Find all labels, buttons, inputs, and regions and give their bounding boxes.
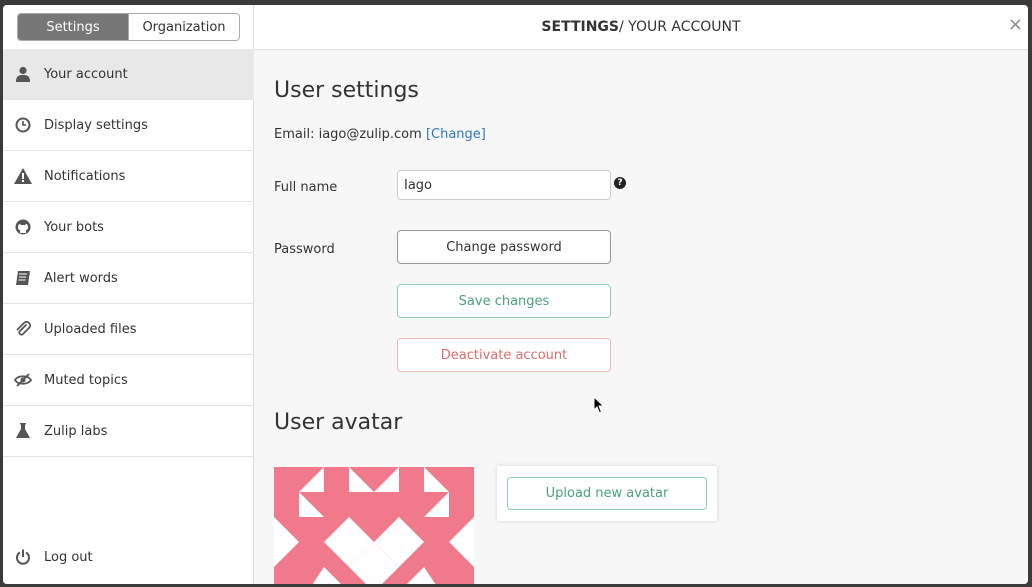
user-icon xyxy=(12,63,34,85)
eye-slash-icon xyxy=(12,369,34,391)
email-text: Email: iago@zulip.com xyxy=(274,127,422,142)
deactivate-account-button[interactable]: Deactivate account xyxy=(397,338,611,372)
sidebar-item-label: Uploaded files xyxy=(44,321,137,337)
user-avatar-title: User avatar xyxy=(274,410,403,435)
full-name-input[interactable] xyxy=(397,170,611,200)
sidebar-item-label: Your account xyxy=(44,66,128,82)
sidebar-item-label: Muted topics xyxy=(44,372,128,388)
flask-icon xyxy=(12,420,34,442)
email-line: Email: iago@zulip.com [Change] xyxy=(274,127,486,142)
sidebar-item-label: Your bots xyxy=(44,219,104,235)
settings-modal: Settings Organization Your account Displ… xyxy=(3,5,1028,584)
mouse-cursor-icon xyxy=(593,396,605,414)
modal-header: SETTINGS / YOUR ACCOUNT × xyxy=(254,5,1028,50)
upload-avatar-panel: Upload new avatar xyxy=(497,466,717,521)
sidebar-list: Your account Display settings Notificati… xyxy=(3,49,254,457)
power-icon xyxy=(12,546,34,568)
warning-icon xyxy=(12,165,34,187)
full-name-label: Full name xyxy=(274,180,338,195)
book-icon xyxy=(12,267,34,289)
upload-avatar-button[interactable]: Upload new avatar xyxy=(507,477,707,510)
help-icon[interactable]: ? xyxy=(614,177,626,189)
logout-label: Log out xyxy=(44,549,93,565)
sidebar-item-notifications[interactable]: Notifications xyxy=(3,151,254,202)
settings-content: User settings Email: iago@zulip.com [Cha… xyxy=(254,50,1028,584)
sidebar-item-display-settings[interactable]: Display settings xyxy=(3,100,254,151)
sidebar-item-label: Alert words xyxy=(44,270,118,286)
github-icon xyxy=(12,216,34,238)
settings-sidebar: Settings Organization Your account Displ… xyxy=(3,5,254,584)
save-changes-button[interactable]: Save changes xyxy=(397,284,611,318)
settings-tab-switcher: Settings Organization xyxy=(17,13,240,41)
header-subsection: / YOUR ACCOUNT xyxy=(619,19,741,35)
logout-button[interactable]: Log out xyxy=(3,541,254,573)
sidebar-item-your-account[interactable]: Your account xyxy=(3,49,254,100)
sidebar-item-zulip-labs[interactable]: Zulip labs xyxy=(3,406,254,457)
avatar xyxy=(274,467,474,584)
sidebar-item-your-bots[interactable]: Your bots xyxy=(3,202,254,253)
tab-organization[interactable]: Organization xyxy=(128,14,239,40)
sidebar-item-alert-words[interactable]: Alert words xyxy=(3,253,254,304)
change-email-link[interactable]: [Change] xyxy=(426,127,486,142)
password-label: Password xyxy=(274,242,335,257)
user-settings-title: User settings xyxy=(274,78,419,103)
paperclip-icon xyxy=(12,318,34,340)
clock-icon xyxy=(12,114,34,136)
header-section: SETTINGS xyxy=(541,19,619,35)
sidebar-item-label: Display settings xyxy=(44,117,148,133)
sidebar-item-uploaded-files[interactable]: Uploaded files xyxy=(3,304,254,355)
sidebar-item-muted-topics[interactable]: Muted topics xyxy=(3,355,254,406)
close-icon[interactable]: × xyxy=(1008,16,1023,34)
tab-settings[interactable]: Settings xyxy=(18,14,128,40)
sidebar-item-label: Zulip labs xyxy=(44,423,108,439)
sidebar-item-label: Notifications xyxy=(44,168,126,184)
change-password-button[interactable]: Change password xyxy=(397,230,611,264)
